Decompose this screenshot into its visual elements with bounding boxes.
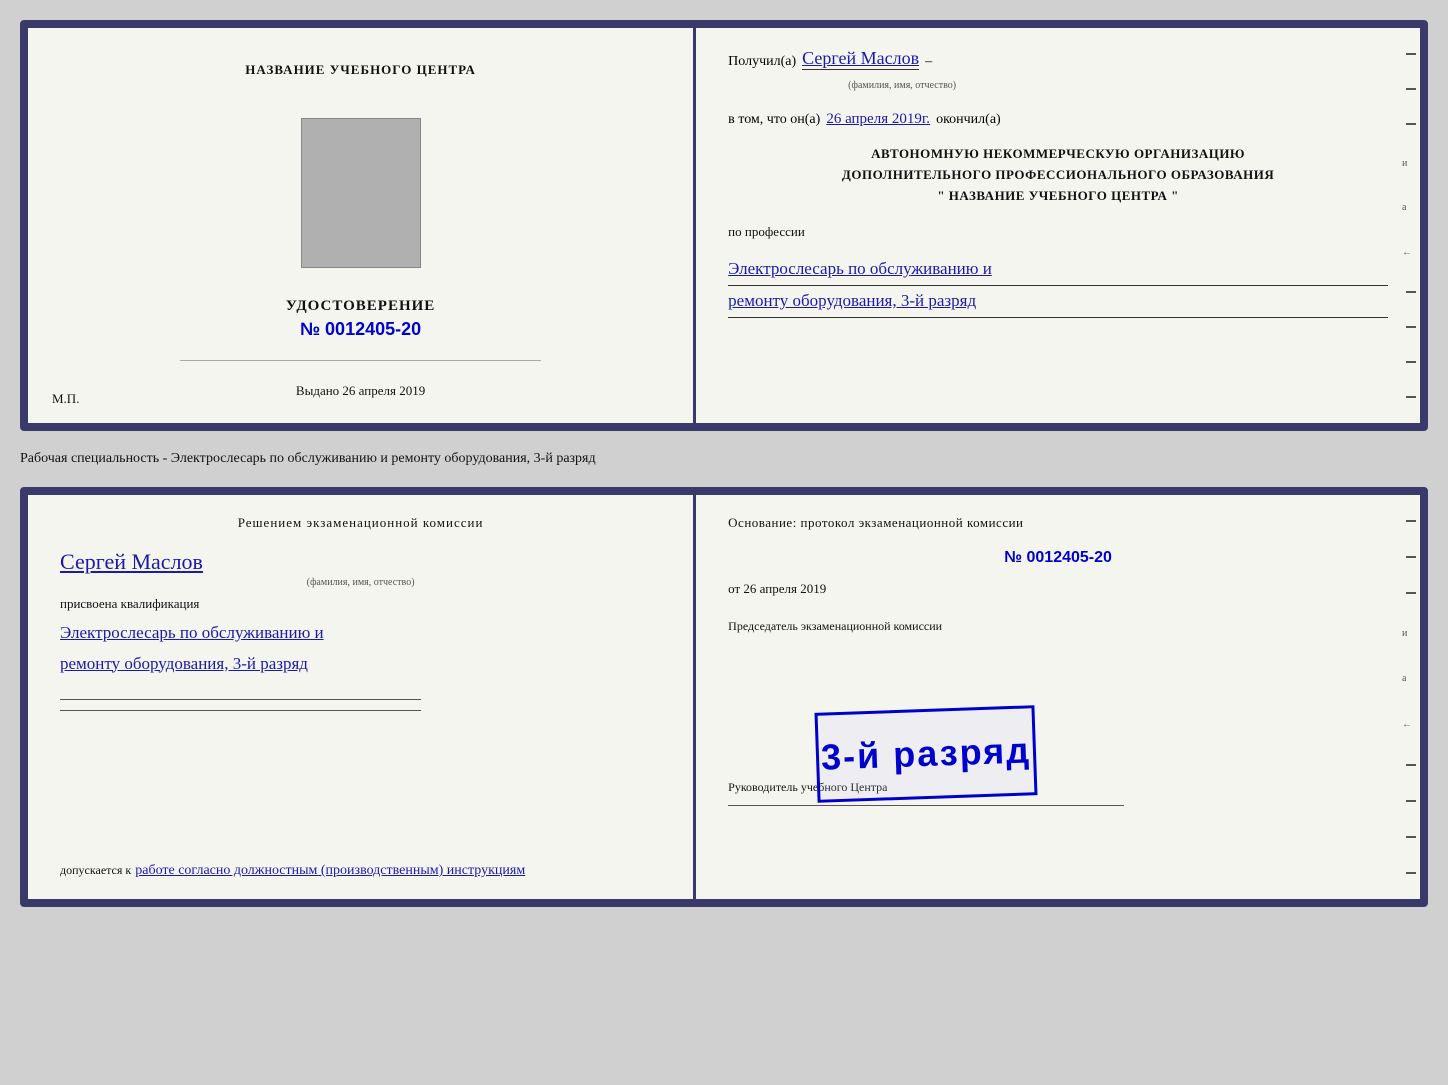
edge-mark-b3 bbox=[1406, 592, 1416, 594]
mp-label: М.П. bbox=[52, 391, 79, 407]
specialty-label: Рабочая специальность - Электрослесарь п… bbox=[20, 447, 1428, 471]
edge-text-arrow: ← bbox=[1402, 247, 1420, 258]
qualification-line-2: ремонту оборудования, 3-й разряд bbox=[60, 649, 661, 680]
osnovanie-text: Основание: протокол экзаменационной коми… bbox=[728, 515, 1388, 531]
edge-mark-7 bbox=[1406, 396, 1416, 398]
edge-text-bi: и bbox=[1402, 628, 1420, 639]
profession-line-1: Электрослесарь по обслуживанию и bbox=[728, 254, 1388, 286]
poluchil-row: Получил(а) Сергей Маслов – bbox=[728, 48, 1388, 70]
qualification-block: Электрослесарь по обслуживанию и ремонту… bbox=[60, 618, 661, 679]
edge-mark-b7 bbox=[1406, 872, 1416, 874]
edge-text-i: и bbox=[1402, 158, 1420, 169]
bottom-name-row: Сергей Маслов (фамилия, имя, отчество) bbox=[60, 541, 661, 594]
vydano-line: Выдано 26 апреля 2019 bbox=[296, 383, 425, 399]
org-line-1: АВТОНОМНУЮ НЕКОММЕРЧЕСКУЮ ОРГАНИЗАЦИЮ bbox=[728, 144, 1388, 165]
ot-label: от bbox=[728, 581, 740, 596]
profession-block: Электрослесарь по обслуживанию и ремонту… bbox=[728, 254, 1388, 317]
dopuskaetsya-block: допускается к работе согласно должностны… bbox=[60, 841, 661, 879]
edge-mark-b4 bbox=[1406, 764, 1416, 766]
photo-placeholder bbox=[301, 118, 421, 268]
vtom-label: в том, что он(а) bbox=[728, 112, 820, 128]
document-title: УДОСТОВЕРЕНИЕ bbox=[286, 298, 436, 315]
edge-mark-2 bbox=[1406, 88, 1416, 90]
poluchil-label: Получил(а) bbox=[728, 54, 796, 70]
qualification-line-1: Электрослесарь по обслуживанию и bbox=[60, 618, 661, 649]
vtom-date: 26 апреля 2019г. bbox=[826, 111, 930, 128]
resheniem-text: Решением экзаменационной комиссии bbox=[60, 515, 661, 531]
edge-mark-b2 bbox=[1406, 556, 1416, 558]
edge-text-ba: а bbox=[1402, 673, 1420, 684]
recipient-name-top: Сергей Маслов bbox=[802, 48, 919, 70]
profession-line-2: ремонту оборудования, 3-й разряд bbox=[728, 286, 1388, 318]
signature-line-2 bbox=[60, 710, 421, 711]
org-block: АВТОНОМНУЮ НЕКОММЕРЧЕСКУЮ ОРГАНИЗАЦИЮ ДО… bbox=[728, 144, 1388, 206]
po-professii-label: по профессии bbox=[728, 224, 1388, 240]
edge-mark-5 bbox=[1406, 326, 1416, 328]
cert-left-panel: НАЗВАНИЕ УЧЕБНОГО ЦЕНТРА УДОСТОВЕРЕНИЕ №… bbox=[28, 28, 696, 423]
org-line-2: ДОПОЛНИТЕЛЬНОГО ПРОФЕССИОНАЛЬНОГО ОБРАЗО… bbox=[728, 165, 1388, 186]
edge-mark-b5 bbox=[1406, 800, 1416, 802]
signature-line-1 bbox=[60, 699, 421, 700]
edge-mark-6 bbox=[1406, 361, 1416, 363]
recipient-name-bottom: Сергей Маслов bbox=[60, 549, 661, 575]
vtom-row: в том, что он(а) 26 апреля 2019г. окончи… bbox=[728, 111, 1388, 128]
vydano-date: 26 апреля 2019 bbox=[342, 383, 425, 398]
org-line-3: " НАЗВАНИЕ УЧЕБНОГО ЦЕНТРА " bbox=[728, 186, 1388, 207]
predsedatel-text: Председатель экзаменационной комиссии bbox=[728, 619, 1388, 634]
edge-mark-b6 bbox=[1406, 836, 1416, 838]
edge-text-barrow: ← bbox=[1402, 719, 1420, 730]
edge-mark-3 bbox=[1406, 123, 1416, 125]
fio-subtitle-top: (фамилия, имя, отчество) bbox=[848, 80, 1388, 91]
top-certificate-card: НАЗВАНИЕ УЧЕБНОГО ЦЕНТРА УДОСТОВЕРЕНИЕ №… bbox=[20, 20, 1428, 431]
page-wrapper: НАЗВАНИЕ УЧЕБНОГО ЦЕНТРА УДОСТОВЕРЕНИЕ №… bbox=[20, 20, 1428, 907]
protocol-date: 26 апреля 2019 bbox=[743, 581, 826, 596]
document-number: № 0012405-20 bbox=[300, 319, 421, 340]
ot-date-line: от 26 апреля 2019 bbox=[728, 581, 1388, 597]
edge-mark-1 bbox=[1406, 53, 1416, 55]
protocol-number: № 0012405-20 bbox=[728, 549, 1388, 567]
fio-subtitle-bottom: (фамилия, имя, отчество) bbox=[60, 577, 661, 588]
stamp: 3-й разряд bbox=[815, 705, 1038, 803]
right-edge-marks-bottom: и а ← bbox=[1402, 495, 1420, 899]
bottom-certificate-card: Решением экзаменационной комиссии Сергей… bbox=[20, 487, 1428, 907]
stamp-text: 3-й разряд bbox=[821, 729, 1032, 778]
edge-text-a: а bbox=[1402, 202, 1420, 213]
edge-mark-b1 bbox=[1406, 520, 1416, 522]
rukovoditel-signature-line bbox=[728, 805, 1124, 806]
prisvoena-text: присвоена квалификация bbox=[60, 596, 661, 612]
dopuskaetsya-label: допускается к bbox=[60, 863, 131, 877]
edge-mark-4 bbox=[1406, 291, 1416, 293]
bottom-right-panel: Основание: протокол экзаменационной коми… bbox=[696, 495, 1420, 899]
cert-right-panel: Получил(а) Сергей Маслов – (фамилия, имя… bbox=[696, 28, 1420, 423]
vydano-label: Выдано bbox=[296, 383, 339, 398]
right-edge-marks-top: и а ← bbox=[1402, 28, 1420, 423]
dash-top: – bbox=[925, 54, 932, 70]
okonchil-label: окончил(а) bbox=[936, 112, 1001, 128]
dopuskaetsya-value: работе согласно должностным (производств… bbox=[135, 863, 525, 878]
org-title-top: НАЗВАНИЕ УЧЕБНОГО ЦЕНТРА bbox=[245, 62, 476, 78]
bottom-left-panel: Решением экзаменационной комиссии Сергей… bbox=[28, 495, 696, 899]
